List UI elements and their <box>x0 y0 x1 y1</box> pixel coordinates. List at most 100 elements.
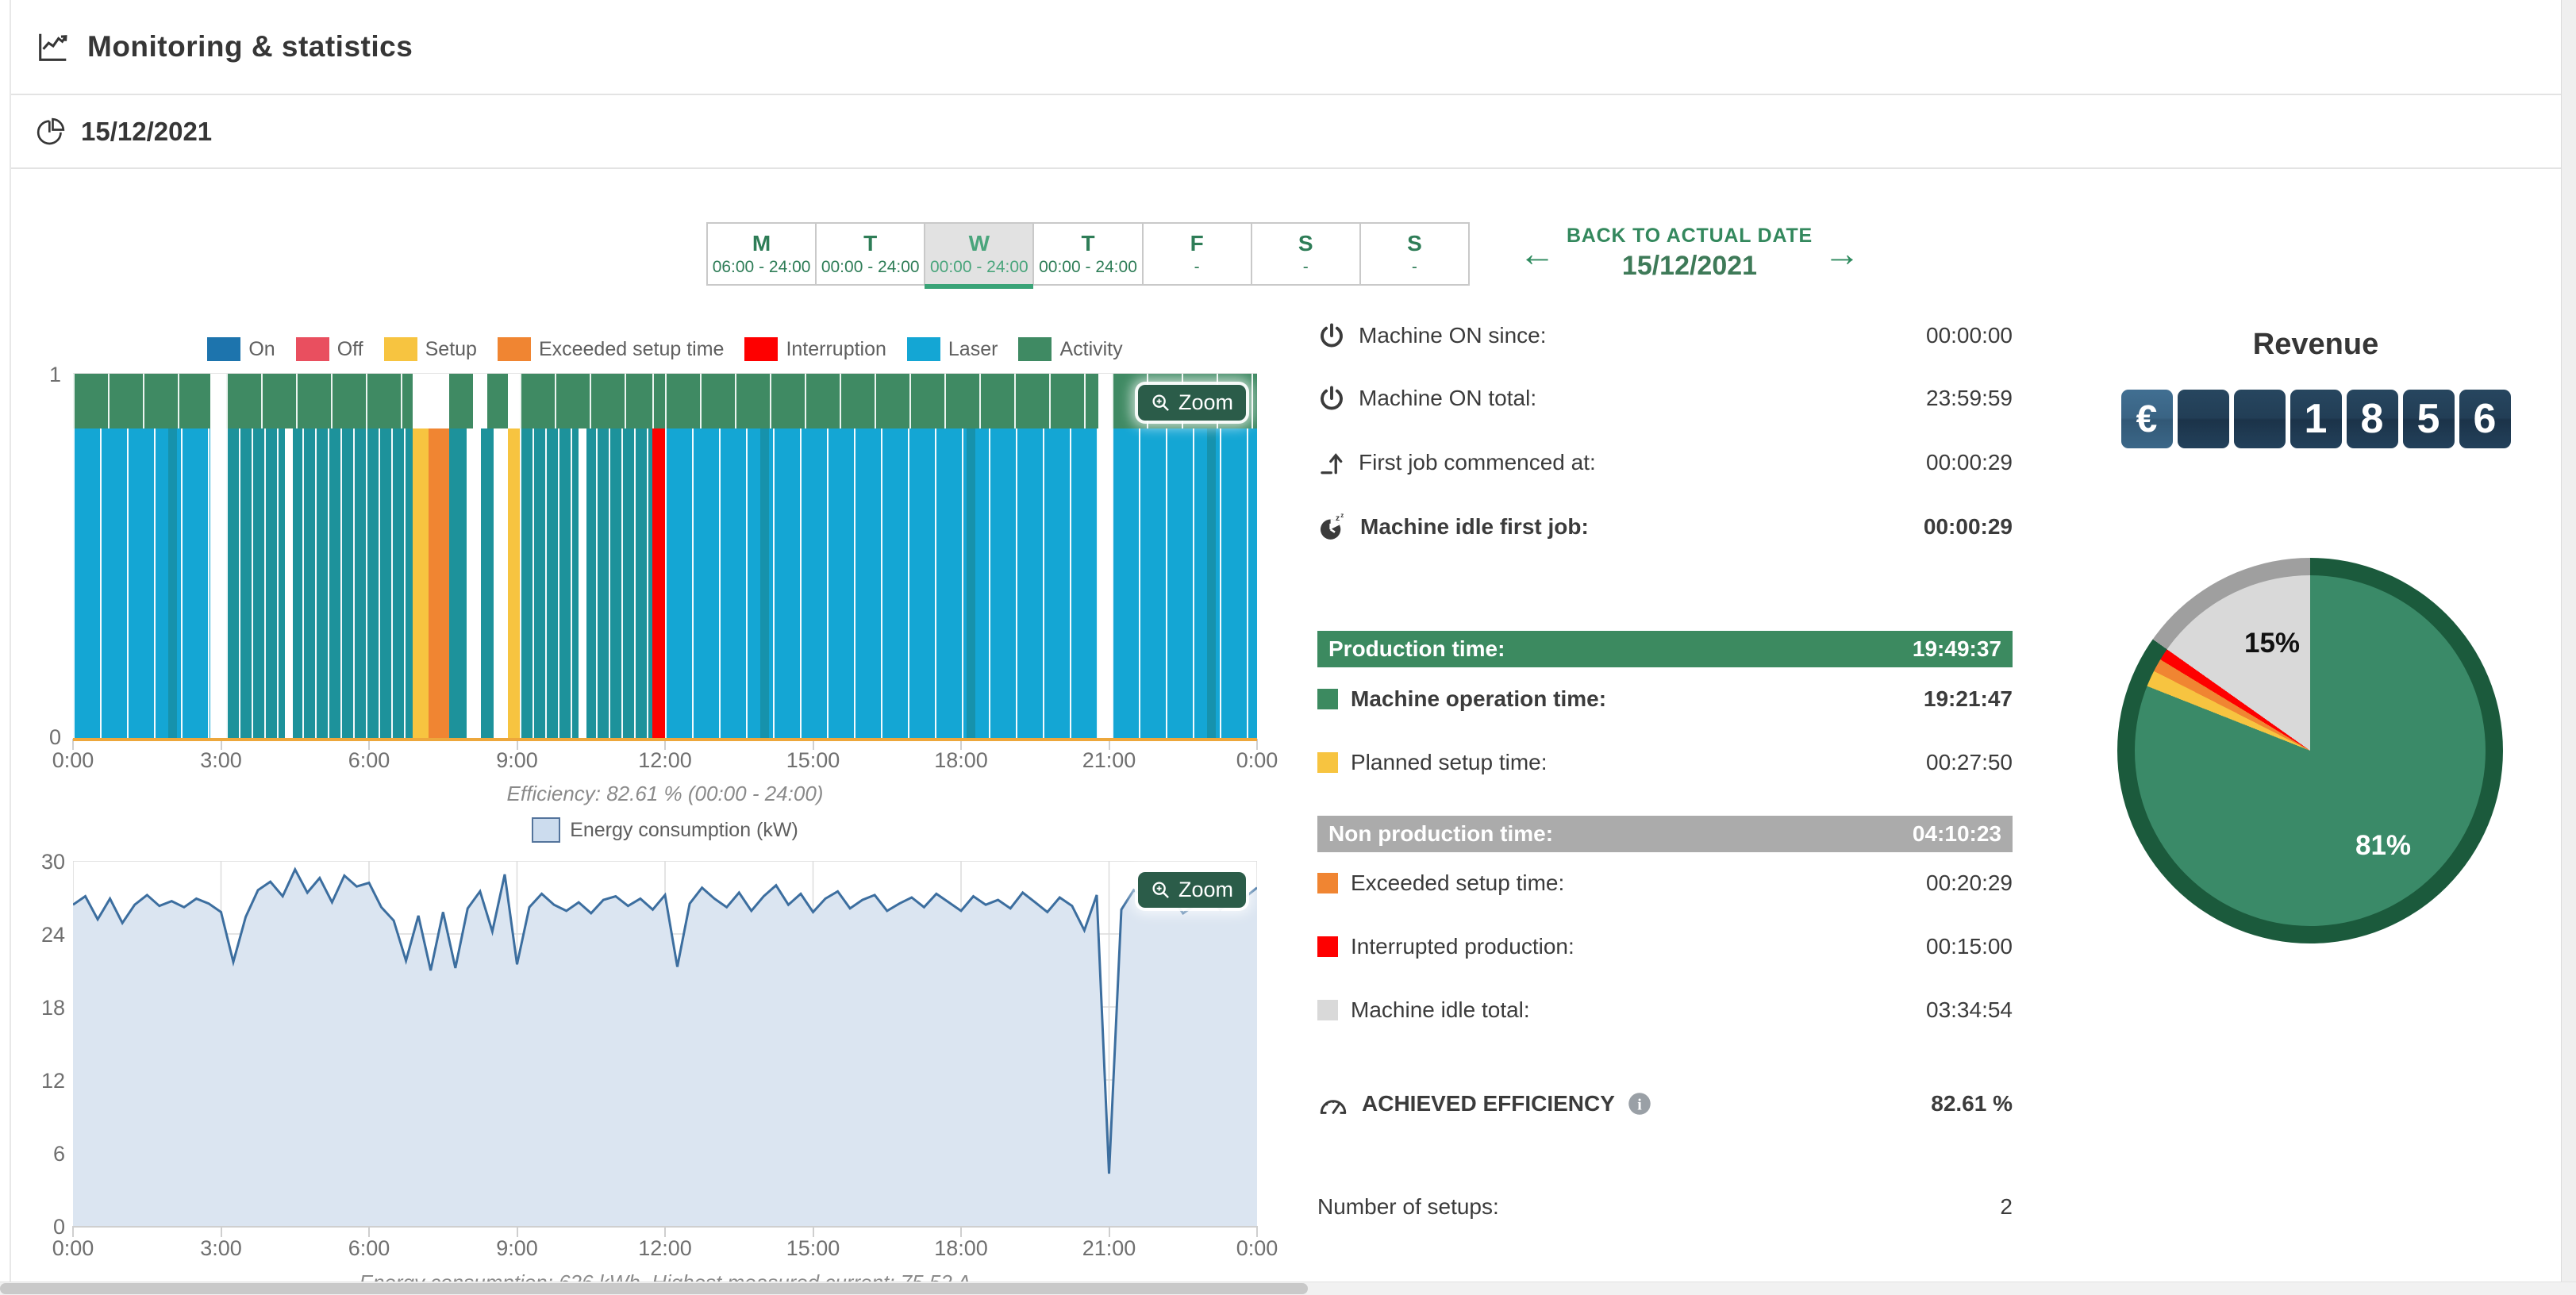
planned-setup-swatch <box>1317 752 1338 773</box>
timeline-segment-laser-activity <box>1112 374 1257 739</box>
legend-label: Setup <box>425 338 477 361</box>
number-of-setups-value: 2 <box>2000 1194 2013 1220</box>
revenue-digit-tile-4: 8 <box>2347 390 2398 448</box>
selected-date: 15/12/2021 <box>1622 251 1757 282</box>
exceeded-setup-row: Exceeded setup time: 00:20:29 <box>1317 870 2013 896</box>
axis-tick-label: 15:00 <box>766 748 861 773</box>
idle-clock-icon: z z <box>1317 512 1348 542</box>
legend-item-off[interactable]: Off <box>296 337 363 361</box>
idle-total-swatch <box>1317 1000 1338 1020</box>
week-tab-0-M[interactable]: M06:00 - 24:00 <box>706 222 816 286</box>
axis-tick-label: 6:00 <box>321 748 417 773</box>
legend-item-exceeded-setup-time[interactable]: Exceeded setup time <box>498 337 724 361</box>
interrupted-value: 00:15:00 <box>1926 934 2013 959</box>
week-tab-3-T[interactable]: T00:00 - 24:00 <box>1033 222 1142 286</box>
interrupted-production-row: Interrupted production: 00:15:00 <box>1317 934 2013 959</box>
axis-tick-label: 21:00 <box>1062 748 1157 773</box>
monitoring-page: Monitoring & statistics 15/12/2021 M06:0… <box>0 0 2576 1295</box>
machine-on-since-value: 00:00:00 <box>1926 323 2013 348</box>
back-to-actual-date-label[interactable]: BACK TO ACTUAL DATE <box>1567 225 1813 248</box>
interrupted-swatch <box>1317 936 1338 957</box>
vertical-scrollbar[interactable] <box>2561 0 2576 1282</box>
horizontal-scrollbar-thumb[interactable] <box>0 1283 1308 1294</box>
legend-label: Interruption <box>786 338 886 361</box>
legend-label: Exceeded setup time <box>539 338 724 361</box>
production-time-header: Production time: 19:49:37 <box>1317 631 2013 667</box>
dashboard-main: M06:00 - 24:00T00:00 - 24:00W00:00 - 24:… <box>11 169 2563 1282</box>
idle-first-job-label: Machine idle first job: <box>1360 514 1589 540</box>
machine-on-total-label: Machine ON total: <box>1359 386 1536 411</box>
revenue-odometer: €1856 <box>2117 390 2514 448</box>
week-tab-6-S[interactable]: S- <box>1360 222 1470 286</box>
previous-day-arrow[interactable]: ← <box>1519 235 1555 271</box>
app-header: Monitoring & statistics <box>11 0 2563 95</box>
axis-tick-label: 0:00 <box>1209 748 1305 773</box>
week-tab-1-T[interactable]: T00:00 - 24:00 <box>816 222 925 286</box>
machine-on-total-value: 23:59:59 <box>1926 386 2013 411</box>
energy-area-plot <box>73 861 1257 1226</box>
pie-chart-icon <box>35 115 67 148</box>
timeline-x-axis-labels: 0:003:006:009:0012:0015:0018:0021:000:00 <box>73 748 1257 780</box>
week-tab-5-S[interactable]: S- <box>1251 222 1360 286</box>
machine-idle-total-row: Machine idle total: 03:34:54 <box>1317 997 2013 1023</box>
legend-swatch <box>498 337 531 361</box>
axis-tick-label: 6:00 <box>321 1236 417 1261</box>
axis-tick-label: 18:00 <box>913 748 1009 773</box>
production-time-value: 19:49:37 <box>1913 636 2001 662</box>
legend-item-on[interactable]: On <box>207 337 275 361</box>
axis-tick <box>1109 1226 1110 1237</box>
revenue-digit-tile-5: 5 <box>2403 390 2455 448</box>
timeline-segment-setup <box>413 374 429 739</box>
info-icon[interactable]: i <box>1628 1092 1651 1116</box>
pie-slices <box>2135 575 2486 926</box>
week-tab-2-W[interactable]: W00:00 - 24:00 <box>925 222 1033 286</box>
legend-item-interruption[interactable]: Interruption <box>744 337 886 361</box>
back-to-actual-date[interactable]: BACK TO ACTUAL DATE 15/12/2021 <box>1567 225 1813 282</box>
week-day-selector: M06:00 - 24:00T00:00 - 24:00W00:00 - 24:… <box>706 222 1470 286</box>
energy-legend[interactable]: Energy consumption (kW) <box>73 817 1257 843</box>
energy-zoom-button[interactable]: Zoom <box>1138 872 1246 908</box>
horizontal-scrollbar <box>0 1282 2576 1295</box>
timeline-legend: On Off Setup Exceeded setup time Interruptio… <box>73 337 1257 361</box>
legend-item-setup[interactable]: Setup <box>384 337 477 361</box>
machine-on-since-row: Machine ON since: 00:00:00 <box>1317 321 2013 350</box>
idle-total-value: 03:34:54 <box>1926 997 2013 1023</box>
legend-swatch <box>384 337 417 361</box>
axis-tick-label: 15:00 <box>766 1236 861 1261</box>
idle-total-label: Machine idle total: <box>1351 997 1530 1023</box>
revenue-digit-tile-3: 1 <box>2290 390 2342 448</box>
efficiency-caption: Efficiency: 82.61 % (00:00 - 24:00) <box>73 782 1257 806</box>
next-day-arrow[interactable]: → <box>1824 235 1860 271</box>
revenue-title: Revenue <box>2117 328 2514 362</box>
job-start-arrow-icon <box>1317 448 1346 477</box>
axis-tick <box>72 1226 74 1237</box>
planned-setup-label: Planned setup time: <box>1351 750 1548 775</box>
legend-swatch <box>1018 337 1052 361</box>
achieved-efficiency-value: 82.61 % <box>1931 1091 2013 1116</box>
production-time-label: Production time: <box>1328 636 1505 662</box>
axis-tick <box>664 1226 666 1237</box>
timeline-zoom-button[interactable]: Zoom <box>1138 385 1246 421</box>
week-tab-4-F[interactable]: F- <box>1143 222 1251 286</box>
legend-item-activity[interactable]: Activity <box>1018 337 1122 361</box>
energy-ytick-18: 18 <box>17 996 65 1020</box>
timeline-zoom-label: Zoom <box>1178 390 1233 415</box>
timeline-segment-idle <box>1098 374 1112 739</box>
machine-state-timeline-chart: 1 0 Zoom <box>73 373 1257 740</box>
svg-text:z: z <box>1336 514 1340 523</box>
interrupted-label: Interrupted production: <box>1351 934 1574 959</box>
first-job-row: First job commenced at: 00:00:29 <box>1317 448 2013 477</box>
timeline-segment-setup <box>508 374 519 739</box>
idle-first-job-row: z z Machine idle first job: 00:00:29 <box>1317 512 2013 542</box>
idle-first-job-value: 00:00:29 <box>1924 514 2013 540</box>
legend-item-laser[interactable]: Laser <box>907 337 998 361</box>
axis-tick-label: 3:00 <box>174 748 269 773</box>
achieved-efficiency-row: ACHIEVED EFFICIENCY i 82.61 % <box>1317 1089 2013 1118</box>
timeline-segment-exceeded-setup <box>429 374 449 739</box>
timeline-segment-laser-activity <box>73 374 210 739</box>
revenue-currency-tile: € <box>2121 390 2173 448</box>
revenue-digit-tile-6: 6 <box>2459 390 2511 448</box>
content-area: Monitoring & statistics 15/12/2021 M06:0… <box>10 0 2563 1282</box>
axis-tick <box>1256 1226 1258 1237</box>
axis-tick-label: 0:00 <box>1209 1236 1305 1261</box>
